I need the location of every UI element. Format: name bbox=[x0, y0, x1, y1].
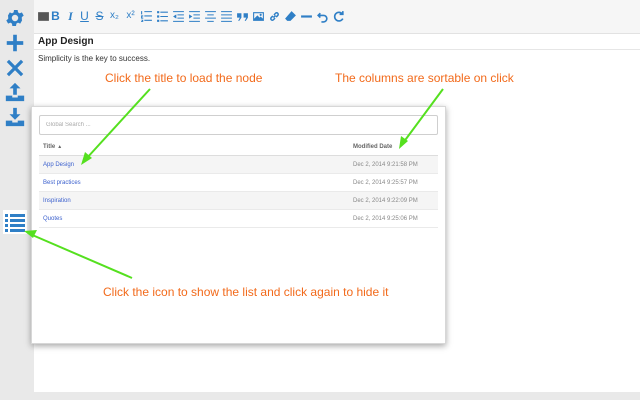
italic-button[interactable]: I bbox=[63, 8, 78, 24]
document-title-bar: App Design bbox=[34, 34, 640, 50]
list-icon[interactable] bbox=[3, 210, 27, 234]
formatting-toolbar: B I U S x₂ x² bbox=[34, 0, 640, 34]
row-title-link[interactable]: Best practices bbox=[43, 180, 81, 186]
node-list-panel: Title▲ Modified Date App Design Dec 2, 2… bbox=[31, 106, 446, 344]
horizontal-rule-icon[interactable] bbox=[299, 8, 314, 24]
download-icon[interactable] bbox=[4, 106, 26, 128]
indent-icon[interactable] bbox=[187, 8, 202, 24]
row-title-link[interactable]: Quotes bbox=[43, 216, 62, 222]
superscript-button[interactable]: x² bbox=[123, 8, 138, 24]
column-header-title[interactable]: Title ▲ bbox=[43, 144, 62, 150]
underline-button[interactable]: U bbox=[77, 8, 92, 24]
table-header: Title ▲ Modified Date bbox=[39, 140, 438, 156]
upload-icon[interactable] bbox=[4, 81, 26, 103]
align-center-icon[interactable] bbox=[203, 8, 218, 24]
link-icon[interactable] bbox=[267, 8, 282, 24]
annotation-title-note: Click the title to load the node bbox=[105, 71, 263, 85]
bullet-list-icon[interactable] bbox=[155, 8, 170, 24]
row-modified-date: Dec 2, 2014 9:21:58 PM bbox=[353, 162, 418, 168]
subscript-button[interactable]: x₂ bbox=[107, 8, 122, 24]
table-row[interactable]: Best practices Dec 2, 2014 9:25:57 PM bbox=[39, 174, 438, 192]
annotation-icon-note: Click the icon to show the list and clic… bbox=[103, 285, 389, 299]
row-modified-date: Dec 2, 2014 9:25:06 PM bbox=[353, 216, 418, 222]
row-title-link[interactable]: Inspiration bbox=[43, 198, 71, 204]
undo-icon[interactable] bbox=[315, 8, 330, 24]
table-row[interactable]: Quotes Dec 2, 2014 9:25:06 PM bbox=[39, 210, 438, 228]
redo-icon[interactable] bbox=[331, 8, 346, 24]
ordered-list-icon[interactable] bbox=[139, 8, 154, 24]
document-body[interactable]: Simplicity is the key to success. bbox=[38, 54, 150, 63]
outdent-icon[interactable] bbox=[171, 8, 186, 24]
row-modified-date: Dec 2, 2014 9:25:57 PM bbox=[353, 180, 418, 186]
table-row[interactable]: Inspiration Dec 2, 2014 9:22:09 PM bbox=[39, 192, 438, 210]
column-title-label: Title bbox=[43, 144, 56, 150]
global-search-input[interactable] bbox=[39, 115, 438, 135]
annotation-sort-note: The columns are sortable on click bbox=[335, 71, 514, 85]
app-window: B I U S x₂ x² App Design Simplicity is t… bbox=[0, 0, 640, 400]
close-icon[interactable] bbox=[4, 57, 26, 79]
sidebar bbox=[0, 0, 30, 400]
table-row[interactable]: App Design Dec 2, 2014 9:21:58 PM bbox=[39, 156, 438, 174]
sort-ascending-icon: ▲ bbox=[57, 144, 63, 150]
strikethrough-button[interactable]: S bbox=[92, 8, 107, 24]
row-title-link[interactable]: App Design bbox=[43, 162, 74, 168]
document-title[interactable]: App Design bbox=[38, 36, 94, 47]
column-header-modified-date[interactable]: Modified Date bbox=[353, 144, 392, 150]
eraser-icon[interactable] bbox=[283, 8, 298, 24]
quote-icon[interactable] bbox=[235, 8, 250, 24]
gear-icon[interactable] bbox=[4, 7, 26, 29]
image-icon[interactable] bbox=[251, 8, 266, 24]
bold-button[interactable]: B bbox=[48, 8, 63, 24]
plus-icon[interactable] bbox=[4, 32, 26, 54]
row-modified-date: Dec 2, 2014 9:22:09 PM bbox=[353, 198, 418, 204]
align-justify-icon[interactable] bbox=[219, 8, 234, 24]
